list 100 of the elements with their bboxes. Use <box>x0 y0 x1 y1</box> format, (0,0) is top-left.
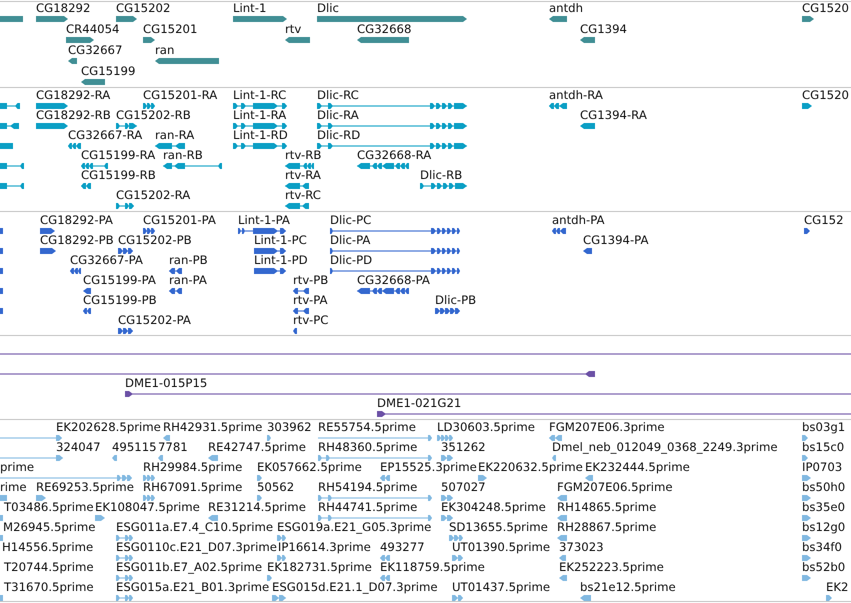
gene-label: CG32668 <box>357 23 412 36</box>
transcript-label: CG32668-RA <box>357 149 432 162</box>
protein-label: ran-PA <box>169 274 207 287</box>
protein-label: CG18292-PB <box>40 234 114 247</box>
protein-label: Dlic-PD <box>330 254 372 267</box>
est-label: SD13655.5prime <box>449 521 548 534</box>
protein-label: CG15199-PB <box>83 294 157 307</box>
est-label: FGM207E06.5prime <box>557 481 673 494</box>
est-label: ESG011b.E7_A02.5prime <box>116 561 262 574</box>
transcript-label: Dlic-RC <box>317 89 359 102</box>
gene-label: CG15201 <box>143 23 198 36</box>
est-label: IP0703 <box>802 461 842 474</box>
est-label: RH29984.5prime <box>143 461 242 474</box>
protein-label: CG32668-PA <box>357 274 430 287</box>
transcript-label: CG15199-RA <box>81 149 156 162</box>
protein-label: Dlic-PC <box>330 214 372 227</box>
est-label: ESG019a.E21_G05.3prime <box>277 521 432 534</box>
est-label: Dmel_neb_012049_0368_2249.3prime <box>552 441 778 454</box>
est-label: 303962 <box>267 421 312 434</box>
est-label: T31670.5prime <box>4 581 94 594</box>
est-label: LD30603.5prime <box>437 421 535 434</box>
protein-label: rtv-PA <box>293 294 328 307</box>
gene-label: CG15199 <box>81 65 136 78</box>
est-label: RH28867.5prime <box>557 521 656 534</box>
gene-label: Lint-1 <box>233 2 266 15</box>
gene-label: rtv <box>285 23 302 36</box>
transcript-label: CG18292-RA <box>36 89 110 102</box>
transcript-label: Lint-1-RC <box>233 89 286 102</box>
est-label: RH44741.5prime <box>318 501 418 514</box>
est-label: 50562 <box>257 481 294 494</box>
transcript-label: ran-RB <box>163 149 203 162</box>
transcript-label: CG15202-RB <box>116 109 191 122</box>
protein-label: CG15201-PA <box>143 214 216 227</box>
transcript-label: CG15202-RA <box>116 189 190 202</box>
protein-label: Dlic-PA <box>330 234 370 247</box>
est-label: bs34f0 <box>802 541 842 554</box>
est-label: EK118759.5prime <box>380 561 485 574</box>
est-label: rime <box>0 481 27 494</box>
est-label: EP15525.3prime <box>380 461 477 474</box>
transcript-label: ran-RA <box>155 129 194 142</box>
est-label: EK304248.5prime <box>441 501 546 514</box>
est-label: bs50h0 <box>802 481 846 494</box>
est-label: T03486.5prime <box>4 501 94 514</box>
est-label: ESG011a.E7.4_C10.5prime <box>116 521 274 534</box>
gene-label: CG1520 <box>802 2 849 15</box>
est-label: RE42747.5prime <box>208 441 306 454</box>
est-label: ESG0110c.E21_D07.3prime <box>116 541 277 554</box>
est-label: ESG015a.E21_B01.3prime <box>116 581 270 594</box>
est-label: IP16614.3prime <box>278 541 371 554</box>
est-label: EK252223.5prime <box>559 561 664 574</box>
transcript-label: CG18292-RB <box>36 109 111 122</box>
est-label: H14556.5prime <box>2 541 94 554</box>
est-label: UT01390.5prime <box>452 541 550 554</box>
gene-label: CG18292 <box>36 2 90 15</box>
protein-label: CG32667-PA <box>70 254 143 267</box>
transcript-label: Dlic-RD <box>317 129 360 142</box>
est-label: bs21e12.5prime <box>580 581 676 594</box>
gene-label: antdh <box>549 2 583 15</box>
protein-label: CG15202-PA <box>118 314 191 327</box>
est-label: RE55754.5prime <box>318 421 416 434</box>
clone-label: DME1-015P15 <box>125 377 208 390</box>
transcript-label: Dlic-RA <box>317 109 359 122</box>
est-label: RE31214.5prime <box>208 501 306 514</box>
est-label: EK202628.5prime <box>56 421 161 434</box>
protein-label: ran-PB <box>169 254 208 267</box>
est-label: RE69253.5prime <box>36 481 134 494</box>
est-label: RH54194.5prime <box>318 481 418 494</box>
est-label: 493277 <box>380 541 425 554</box>
est-label: ESG015d.E21.1_D07.3prime <box>272 581 438 594</box>
transcript-label: rtv-RC <box>285 189 321 202</box>
transcript-label: CG1520 <box>802 89 849 102</box>
transcript-label: rtv-RA <box>285 169 321 182</box>
est-label: EK108047.5prime <box>95 501 200 514</box>
transcript-label: Dlic-RB <box>420 169 462 182</box>
transcript-label: antdh-RA <box>549 89 603 102</box>
est-label: bs12g0 <box>802 521 846 534</box>
protein-label: rtv-PC <box>293 314 328 327</box>
est-label: M26945.5prime <box>3 521 96 534</box>
transcript-label: CG15201-RA <box>143 89 218 102</box>
protein-label: Lint-1-PC <box>254 234 307 247</box>
est-label: bs03g1 <box>802 421 846 434</box>
est-label: prime <box>0 461 34 474</box>
est-label: bs52b0 <box>802 561 846 574</box>
protein-label: Dlic-PB <box>435 294 476 307</box>
est-label: 495115 <box>112 441 157 454</box>
protein-label: Lint-1-PA <box>238 214 290 227</box>
est-label: RH42931.5prime <box>163 421 262 434</box>
transcript-label: rtv-RB <box>285 149 322 162</box>
protein-label: CG18292-PA <box>40 214 113 227</box>
gene-label: ran <box>155 44 174 57</box>
est-label: 373023 <box>559 541 604 554</box>
transcript-label: CG15199-RB <box>81 169 156 182</box>
gene-label: CG32667 <box>68 44 122 57</box>
est-label: bs15c0 <box>802 441 844 454</box>
transcript-label: CG1394-RA <box>580 109 647 122</box>
est-label: 7781 <box>158 441 188 454</box>
est-label: RH48360.5prime <box>318 441 418 454</box>
protein-label: antdh-PA <box>552 214 604 227</box>
transcript-label: Lint-1-RA <box>233 109 286 122</box>
est-label: EK220632.5prime <box>478 461 583 474</box>
